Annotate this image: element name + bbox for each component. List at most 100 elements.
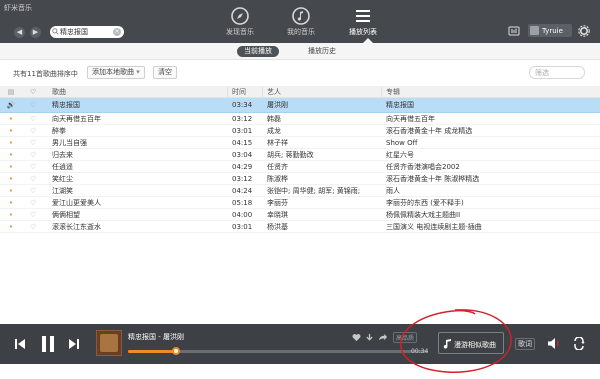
song-artist[interactable]: 李丽芬: [267, 197, 379, 209]
song-artist[interactable]: 胡兵; 蒋勤勤改: [267, 149, 379, 161]
song-artist[interactable]: 林子祥: [267, 137, 379, 149]
favorite-heart-icon[interactable]: ♡: [30, 221, 40, 233]
album-art: [100, 334, 118, 352]
song-album[interactable]: 滚石香港黄金十年 陈淑桦精选: [386, 173, 586, 185]
song-album[interactable]: 杨佩佩精装大戏主题曲II: [386, 209, 586, 221]
nav-playlist[interactable]: 播放列表: [341, 6, 385, 37]
song-artist[interactable]: 韩磊: [267, 113, 379, 125]
repeat-icon[interactable]: [572, 337, 586, 350]
column-divider: [381, 87, 382, 97]
favorite-heart-icon[interactable]: ♡: [30, 173, 40, 185]
list-options-icon[interactable]: ▤: [6, 86, 16, 98]
favorite-heart-icon[interactable]: ♡: [30, 113, 40, 125]
nav-discover[interactable]: 发现音乐: [218, 6, 262, 37]
favorite-heart-icon[interactable]: ♡: [30, 149, 40, 161]
favorite-heart-icon[interactable]: ♡: [30, 209, 40, 221]
song-artist[interactable]: 屠洪刚: [267, 98, 379, 113]
song-artist[interactable]: 杨洪基: [267, 221, 379, 233]
column-album[interactable]: 专辑: [386, 86, 586, 98]
search-box[interactable]: ×: [50, 26, 124, 38]
song-album[interactable]: 雨人: [386, 185, 586, 197]
filter-box[interactable]: [529, 66, 585, 79]
share-icon[interactable]: [378, 333, 387, 342]
new-dot-icon: •: [8, 187, 14, 195]
quality-selector[interactable]: 高品质: [393, 332, 418, 343]
clear-search-icon[interactable]: ×: [113, 28, 121, 36]
column-time[interactable]: 时间: [232, 86, 262, 98]
now-playing-title: 精忠报国 - 屠洪刚: [128, 333, 184, 341]
favorite-heart-icon[interactable]: ♡: [30, 161, 40, 173]
song-time: 04:29: [232, 163, 253, 171]
table-row[interactable]: • ♡ 江湖笑 04:24 张铠中; 周华健; 胡军; 黄锦雨; 雨人: [0, 185, 600, 197]
heart-icon[interactable]: [352, 333, 361, 342]
column-artist[interactable]: 艺人: [267, 86, 379, 98]
lyrics-button[interactable]: 歌词: [515, 338, 535, 350]
volume-icon[interactable]: [547, 337, 560, 350]
tab-now-playing[interactable]: 当前播放: [237, 46, 279, 57]
table-row[interactable]: • ♡ 爱江山更爱美人 05:18 李丽芬 李丽芬的东西 (爱不释手): [0, 197, 600, 209]
song-album[interactable]: 红星六号: [386, 149, 586, 161]
gear-icon[interactable]: [578, 25, 590, 37]
table-row[interactable]: 🔊 ♡ 精忠报国 03:34 屠洪刚 精忠报国: [0, 98, 600, 113]
table-row[interactable]: • ♡ 笑红尘 03:12 陈淑桦 滚石香港黄金十年 陈淑桦精选: [0, 173, 600, 185]
song-album[interactable]: 滚石香港黄金十年 成龙精选: [386, 125, 586, 137]
next-track-icon[interactable]: [68, 338, 80, 350]
song-title: 向天再借五百年: [52, 115, 101, 123]
table-row[interactable]: • ♡ 向天再借五百年 03:12 韩磊 向天再借五百年: [0, 113, 600, 125]
progress-fill: [128, 350, 176, 353]
song-title: 爱江山更爱美人: [52, 199, 101, 207]
add-local-songs-dropdown[interactable]: 添加本地歌曲 ▾: [87, 66, 145, 79]
song-album[interactable]: Show Off: [386, 137, 586, 149]
song-artist[interactable]: 任贤齐: [267, 161, 379, 173]
search-input[interactable]: [60, 26, 114, 38]
back-button[interactable]: ◀: [14, 27, 25, 38]
progress-handle[interactable]: [172, 347, 180, 355]
song-album[interactable]: 三国演义 电视连续剧主题-插曲: [386, 221, 586, 233]
new-dot-icon: •: [8, 139, 14, 147]
song-title: 俩俩相望: [52, 211, 80, 219]
song-artist[interactable]: 陈淑桦: [267, 173, 379, 185]
favorite-heart-icon[interactable]: ♡: [30, 98, 40, 113]
roam-similar-songs-button[interactable]: 漫游相似歌曲: [438, 332, 504, 354]
new-dot-icon: •: [8, 199, 14, 207]
favorite-heart-icon[interactable]: ♡: [30, 197, 40, 209]
table-row[interactable]: • ♡ 滚滚长江东逝水 03:01 杨洪基 三国演义 电视连续剧主题-插曲: [0, 221, 600, 233]
song-album[interactable]: 任贤齐香港演唱会2002: [386, 161, 586, 173]
album-cover[interactable]: [96, 330, 122, 356]
tab-play-history[interactable]: 播放历史: [301, 46, 343, 57]
song-count: 共有11首歌曲排序中: [13, 70, 78, 78]
equalizer-icon[interactable]: [508, 25, 520, 37]
download-icon[interactable]: [365, 333, 374, 342]
pause-icon[interactable]: [40, 335, 56, 353]
progress-track[interactable]: [128, 347, 428, 355]
new-dot-icon: •: [8, 175, 14, 183]
song-title: 醉拳: [52, 127, 66, 135]
table-row[interactable]: • ♡ 男儿当自强 04:15 林子祥 Show Off: [0, 137, 600, 149]
user-menu[interactable]: Tyruie: [528, 24, 572, 37]
song-artist[interactable]: 张铠中; 周华健; 胡军; 黄锦雨;: [267, 185, 379, 197]
table-row[interactable]: • ♡ 归去来 03:04 胡兵; 蒋勤勤改 红星六号: [0, 149, 600, 161]
song-artist[interactable]: 幸晓琪: [267, 209, 379, 221]
favorite-heart-icon[interactable]: ♡: [30, 137, 40, 149]
music-note-icon: [292, 7, 310, 25]
table-row[interactable]: • ♡ 醉拳 03:01 成龙 滚石香港黄金十年 成龙精选: [0, 125, 600, 137]
clear-button[interactable]: 清空: [153, 66, 177, 79]
table-row[interactable]: • ♡ 俩俩相望 04:00 幸晓琪 杨佩佩精装大戏主题曲II: [0, 209, 600, 221]
song-artist[interactable]: 成龙: [267, 125, 379, 137]
new-dot-icon: •: [8, 115, 14, 123]
favorite-heart-icon[interactable]: ♡: [30, 185, 40, 197]
song-time: 03:12: [232, 115, 253, 123]
filter-input[interactable]: [535, 67, 585, 78]
column-title[interactable]: 歌曲: [52, 86, 222, 98]
favorite-heart-icon[interactable]: ♡: [30, 125, 40, 137]
nav-my-music[interactable]: 我的音乐: [279, 6, 323, 37]
song-album[interactable]: 向天再借五百年: [386, 113, 586, 125]
song-time: 05:18: [232, 199, 253, 207]
song-album[interactable]: 李丽芬的东西 (爱不释手): [386, 197, 586, 209]
previous-track-icon[interactable]: [14, 338, 26, 350]
add-local-songs-label: 添加本地歌曲: [92, 68, 134, 76]
forward-button[interactable]: ▶: [30, 27, 41, 38]
song-album[interactable]: 精忠报国: [386, 98, 586, 113]
song-title: 滚滚长江东逝水: [52, 223, 101, 231]
table-row[interactable]: • ♡ 任逍遥 04:29 任贤齐 任贤齐香港演唱会2002: [0, 161, 600, 173]
